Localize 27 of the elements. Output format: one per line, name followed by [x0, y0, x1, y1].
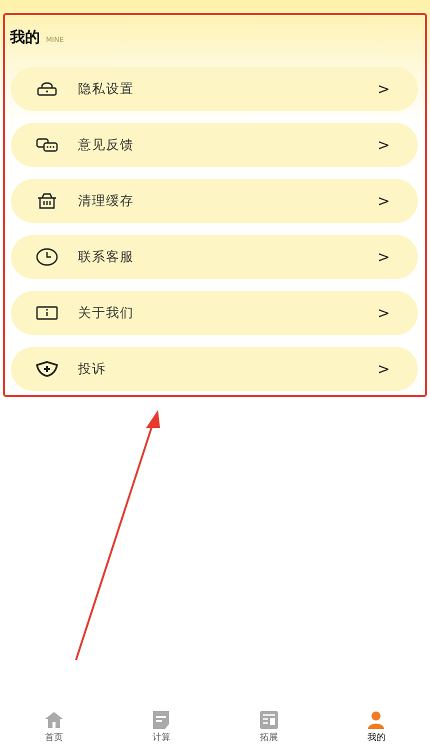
chevron-icon: > — [377, 136, 390, 154]
chat-icon — [36, 138, 58, 152]
home-icon — [44, 711, 64, 729]
tab[interactable]: 我的 — [322, 703, 430, 755]
menu-item[interactable]: 隐私设置 > — [11, 67, 418, 111]
page-title: 我的 — [10, 28, 40, 47]
info-icon — [36, 306, 58, 320]
chevron-icon: > — [377, 80, 390, 98]
menu-item[interactable]: 意见反馈 > — [11, 123, 418, 167]
note-icon — [151, 711, 172, 729]
menu-item[interactable]: 关于我们 > — [11, 291, 418, 335]
chevron-icon: > — [377, 304, 390, 322]
basket-icon — [37, 193, 57, 209]
person-icon — [366, 711, 386, 729]
tab[interactable]: 首页 — [0, 703, 108, 755]
menu-item[interactable]: 清理缓存 > — [11, 179, 418, 223]
chevron-icon: > — [377, 248, 390, 266]
shield-icon — [36, 361, 58, 377]
tab[interactable]: 计算 — [108, 703, 215, 755]
clock-icon — [36, 248, 58, 266]
chevron-icon: > — [377, 192, 390, 210]
panel-icon — [258, 711, 279, 729]
chevron-icon: > — [377, 360, 390, 378]
lock-icon — [37, 82, 57, 96]
menu-item[interactable]: 联系客服 > — [11, 235, 418, 279]
menu-item[interactable]: 投诉 > — [11, 347, 418, 391]
tab[interactable]: 拓展 — [215, 703, 322, 755]
